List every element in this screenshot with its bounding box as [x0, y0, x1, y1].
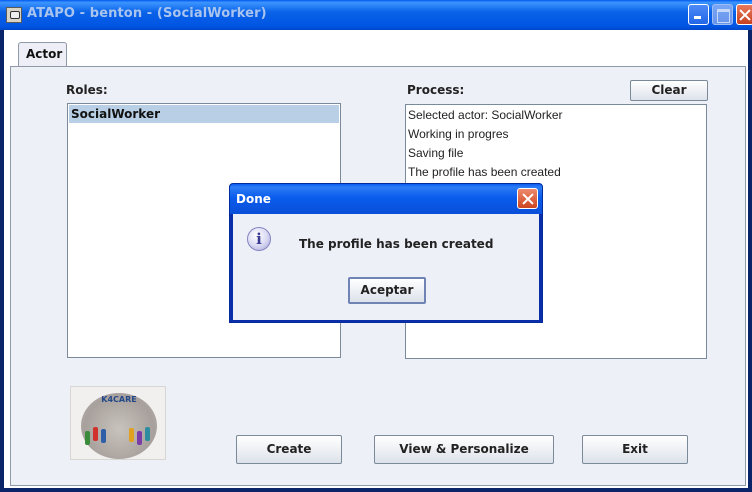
view-personalize-button[interactable]: View & Personalize [374, 435, 554, 464]
roles-label: Roles: [66, 83, 108, 97]
process-line: Saving file [408, 146, 464, 160]
process-line: The profile has been created [408, 165, 561, 179]
dialog-close-button[interactable] [517, 188, 538, 209]
dialog-title: Done [236, 192, 271, 206]
main-window: ATAPO - benton - (SocialWorker) Actor Ro… [0, 0, 752, 492]
dialog-message: The profile has been created [299, 237, 494, 251]
close-button[interactable] [736, 4, 752, 25]
dialog-body: i The profile has been created Aceptar [233, 214, 539, 320]
dialog-title-bar[interactable]: Done [230, 184, 542, 214]
aceptar-button[interactable]: Aceptar [348, 277, 426, 304]
process-line: Working in progres [408, 127, 509, 141]
process-label: Process: [407, 83, 465, 97]
app-window-icon[interactable] [6, 7, 22, 23]
maximize-button[interactable] [712, 4, 733, 25]
tab-actor[interactable]: Actor [18, 42, 67, 66]
create-button[interactable]: Create [236, 435, 342, 464]
title-bar[interactable]: ATAPO - benton - (SocialWorker) [0, 0, 752, 30]
logo-text: K4CARE [101, 395, 137, 404]
tab-strip: Actor [4, 30, 748, 70]
process-line: Selected actor: SocialWorker [408, 108, 563, 122]
done-dialog: Done i The profile has been created Acep… [229, 183, 543, 323]
clear-button[interactable]: Clear [630, 80, 708, 101]
window-title: ATAPO - benton - (SocialWorker) [27, 6, 267, 21]
k4care-logo: K4CARE [70, 386, 166, 460]
info-icon: i [247, 227, 271, 251]
minimize-button[interactable] [688, 4, 709, 25]
exit-button[interactable]: Exit [582, 435, 688, 464]
list-item[interactable]: SocialWorker [69, 105, 339, 123]
